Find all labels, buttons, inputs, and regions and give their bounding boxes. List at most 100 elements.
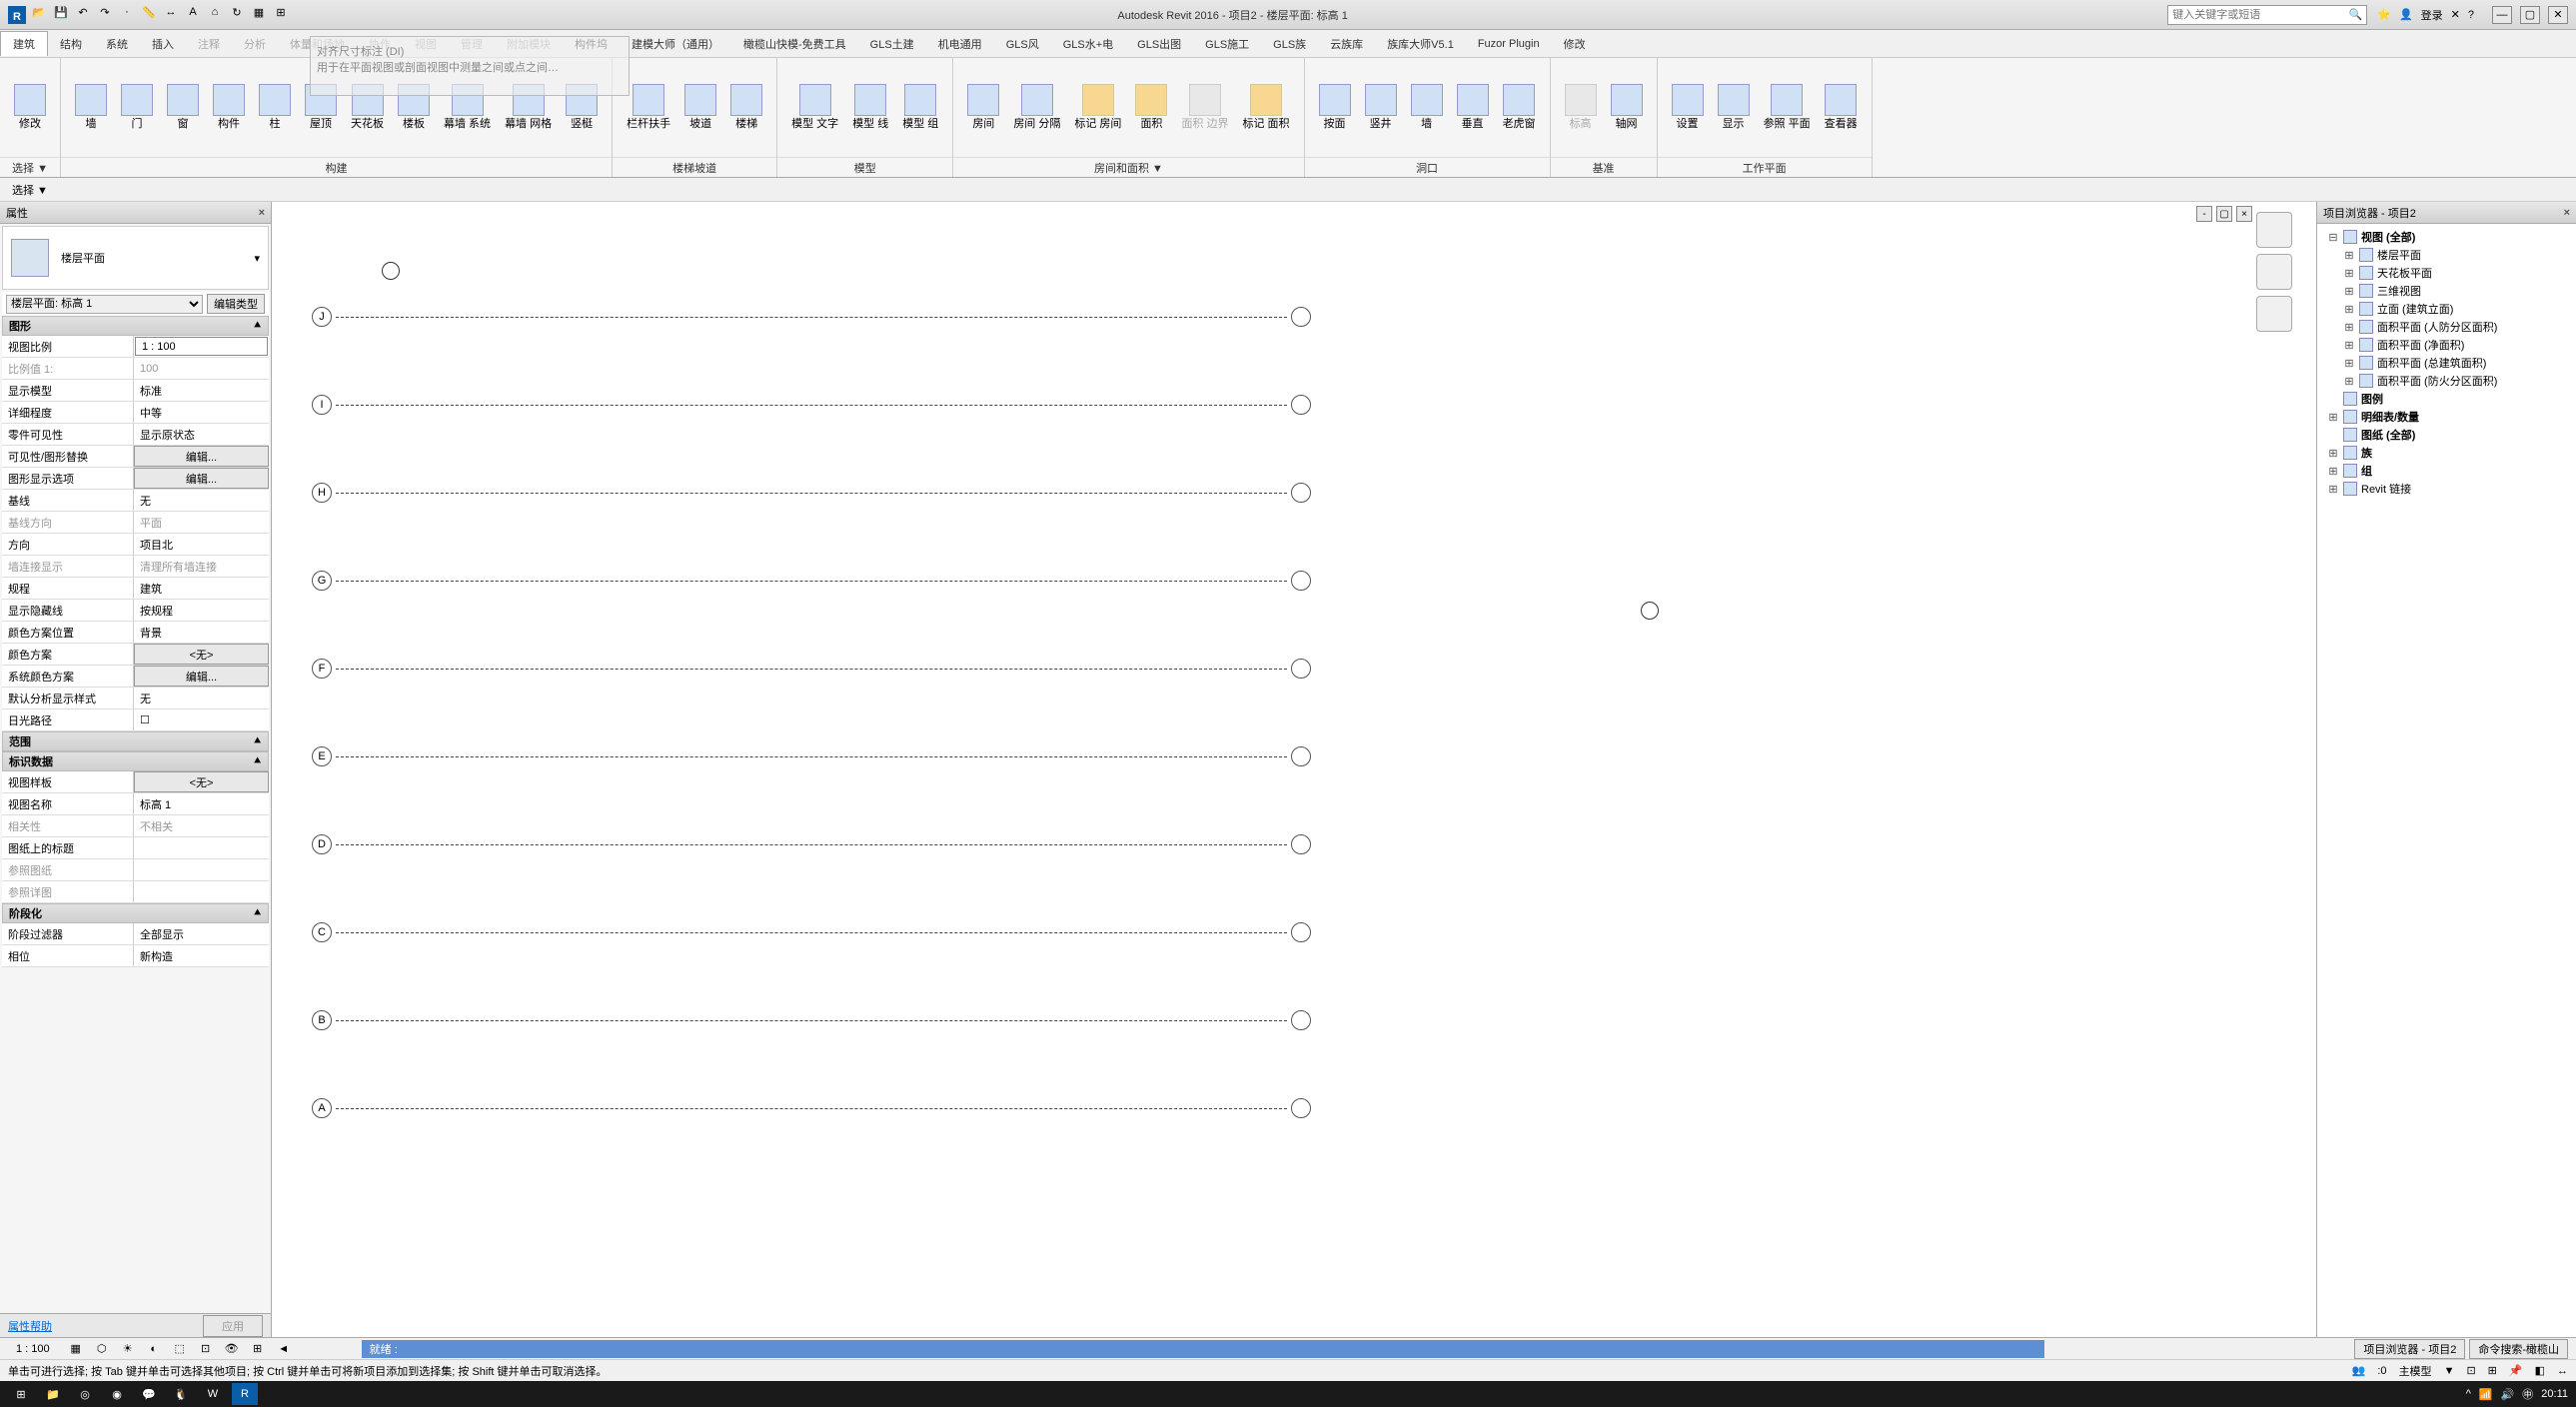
ribbon-modify-button[interactable]: 修改 <box>8 82 52 132</box>
select-label[interactable]: 选择 ▼ <box>12 182 48 198</box>
tree-item[interactable]: ⊞楼层平面 <box>2321 246 2572 264</box>
signin-icon[interactable]: 👤 <box>2399 8 2413 21</box>
tray-up-icon[interactable]: ^ <box>2466 1388 2471 1400</box>
menu-tab-9[interactable]: 管理 <box>449 32 495 56</box>
ribbon-show-button[interactable]: 显示 <box>1712 82 1756 132</box>
menu-tab-17[interactable]: GLS水+电 <box>1051 32 1125 56</box>
menu-tab-2[interactable]: 系统 <box>94 32 140 56</box>
minimize-button[interactable]: — <box>2492 6 2512 24</box>
prop-value[interactable]: 编辑... <box>134 446 269 467</box>
ribbon-room-sep-button[interactable]: 房间 分隔 <box>1007 82 1066 132</box>
prop-value[interactable]: 无 <box>134 688 269 708</box>
ribbon-door-button[interactable]: 门 <box>115 82 159 132</box>
menu-tab-0[interactable]: 建筑 <box>0 31 48 56</box>
sun-icon[interactable]: ☀ <box>120 1341 136 1357</box>
menu-tab-20[interactable]: GLS族 <box>1261 32 1318 56</box>
tray-vol-icon[interactable]: 🔊 <box>2501 1388 2515 1401</box>
tree-item[interactable]: ⊞面积平面 (防火分区面积) <box>2321 372 2572 390</box>
ribbon-curtain-system-button[interactable]: 幕墙 系统 <box>438 82 497 132</box>
prop-section-header[interactable]: 标识数据⯅ <box>2 751 269 771</box>
menu-tab-23[interactable]: Fuzor Plugin <box>1466 34 1552 54</box>
prop-value[interactable]: 背景 <box>134 622 269 643</box>
drawing-canvas[interactable]: - ▢ × JIHGFEDCBA <box>272 202 2316 1337</box>
menu-tab-8[interactable]: 视图 <box>403 32 449 56</box>
instance-select[interactable]: 楼层平面: 标高 1 <box>6 295 203 314</box>
maximize-button[interactable]: ▢ <box>2520 6 2540 24</box>
ribbon-window-button[interactable]: 窗 <box>161 82 205 132</box>
menu-tab-12[interactable]: 建模大师（通用） <box>620 32 731 56</box>
print-icon[interactable]: · <box>118 6 136 24</box>
ribbon-component-button[interactable]: 构件 <box>207 82 251 132</box>
signin-label[interactable]: 登录 <box>2421 7 2443 23</box>
menu-tab-10[interactable]: 附加模块 <box>495 32 563 56</box>
ribbon-stair-button[interactable]: 楼梯 <box>724 82 768 132</box>
menu-tab-16[interactable]: GLS风 <box>994 32 1051 56</box>
expand-icon[interactable]: ⊞ <box>2327 483 2339 496</box>
edit-type-button[interactable]: 编辑类型 <box>207 294 265 314</box>
ribbon-vertical-button[interactable]: 垂直 <box>1451 82 1495 132</box>
ribbon-model-group-button[interactable]: 模型 组 <box>896 82 944 132</box>
scale-label[interactable]: 1 : 100 <box>8 1343 58 1355</box>
menu-tab-18[interactable]: GLS出图 <box>1125 32 1193 56</box>
prop-value[interactable]: 1 : 100 <box>135 337 268 356</box>
prop-value[interactable]: 标高 1 <box>134 793 269 814</box>
expand-icon[interactable]: ⊞ <box>2343 357 2355 370</box>
subscription-icon[interactable]: ⭐ <box>2377 8 2391 21</box>
tree-item[interactable]: ⊟视图 (全部) <box>2321 228 2572 246</box>
nav-pan-icon[interactable] <box>2256 296 2292 332</box>
tree-item[interactable]: ⊞三维视图 <box>2321 282 2572 300</box>
nav-wheel-icon[interactable] <box>2256 254 2292 290</box>
default3d-icon[interactable]: ⌂ <box>206 6 224 24</box>
tray-net-icon[interactable]: 📶 <box>2479 1388 2493 1401</box>
ribbon-mullion-button[interactable]: 竖梃 <box>560 82 604 132</box>
detail-icon[interactable]: ▦ <box>68 1341 84 1357</box>
expand-icon[interactable]: ⊞ <box>2343 375 2355 388</box>
search-icon[interactable]: 🔍 <box>2349 8 2363 21</box>
save-icon[interactable]: 💾 <box>52 6 70 24</box>
ribbon-model-text-button[interactable]: 模型 文字 <box>785 82 844 132</box>
nav-home-icon[interactable] <box>2256 212 2292 248</box>
redo-icon[interactable]: ↷ <box>96 6 114 24</box>
view-min-icon[interactable]: - <box>2196 206 2212 222</box>
grid-line-G[interactable]: G <box>312 571 1311 591</box>
grid-line-J[interactable]: J <box>312 307 1311 327</box>
expand-icon[interactable]: ⊟ <box>2327 231 2339 244</box>
ribbon-area-button[interactable]: 面积 <box>1129 82 1173 132</box>
ribbon-tag-area-button[interactable]: 标记 面积 <box>1237 82 1296 132</box>
prop-value[interactable]: 显示原状态 <box>134 424 269 445</box>
ribbon-shaft-button[interactable]: 竖井 <box>1359 82 1403 132</box>
prop-value[interactable]: <无> <box>134 644 269 665</box>
prop-value[interactable]: 按规程 <box>134 600 269 621</box>
measure-icon[interactable]: 📏 <box>140 6 158 24</box>
prop-value[interactable]: 无 <box>134 490 269 511</box>
ribbon-grid-button[interactable]: 轴网 <box>1605 82 1649 132</box>
select-pin-icon[interactable]: 📌 <box>2509 1364 2523 1377</box>
filter-icon[interactable]: ▼ <box>2444 1365 2455 1377</box>
ribbon-ref-plane-button[interactable]: 参照 平面 <box>1758 82 1817 132</box>
task-word-icon[interactable]: W <box>200 1383 226 1405</box>
tree-item[interactable]: ⊞族 <box>2321 444 2572 462</box>
task-qq-icon[interactable]: 🐧 <box>168 1383 194 1405</box>
crop-show-icon[interactable]: ⊡ <box>198 1341 214 1357</box>
help-search[interactable]: 🔍 <box>2167 5 2367 25</box>
dim-icon[interactable]: ↔ <box>162 6 180 24</box>
tree-item[interactable]: ⊞天花板平面 <box>2321 264 2572 282</box>
tree-item[interactable]: ⊞立面 (建筑立面) <box>2321 300 2572 318</box>
grid-line-B[interactable]: B <box>312 1010 1311 1030</box>
help-icon[interactable]: ? <box>2468 9 2474 21</box>
sync-icon[interactable]: ↻ <box>228 6 246 24</box>
tree-item[interactable]: 图纸 (全部) <box>2321 426 2572 444</box>
grid-line-C[interactable]: C <box>312 922 1311 942</box>
apply-button[interactable]: 应用 <box>203 1315 263 1337</box>
grid-line-E[interactable]: E <box>312 746 1311 766</box>
expand-icon[interactable]: ⊞ <box>2327 465 2339 478</box>
task-chrome-icon[interactable]: ◉ <box>104 1383 130 1405</box>
undo-icon[interactable]: ↶ <box>74 6 92 24</box>
drag-icon[interactable]: ↔ <box>2557 1365 2568 1377</box>
model-label[interactable]: 主模型 <box>2399 1363 2432 1379</box>
reveal-icon[interactable]: ⊞ <box>250 1341 266 1357</box>
ribbon-ramp-button[interactable]: 坡道 <box>678 82 722 132</box>
menu-tab-3[interactable]: 插入 <box>140 32 186 56</box>
expand-icon[interactable]: ⊞ <box>2343 303 2355 316</box>
prop-section-header[interactable]: 范围⯅ <box>2 731 269 751</box>
